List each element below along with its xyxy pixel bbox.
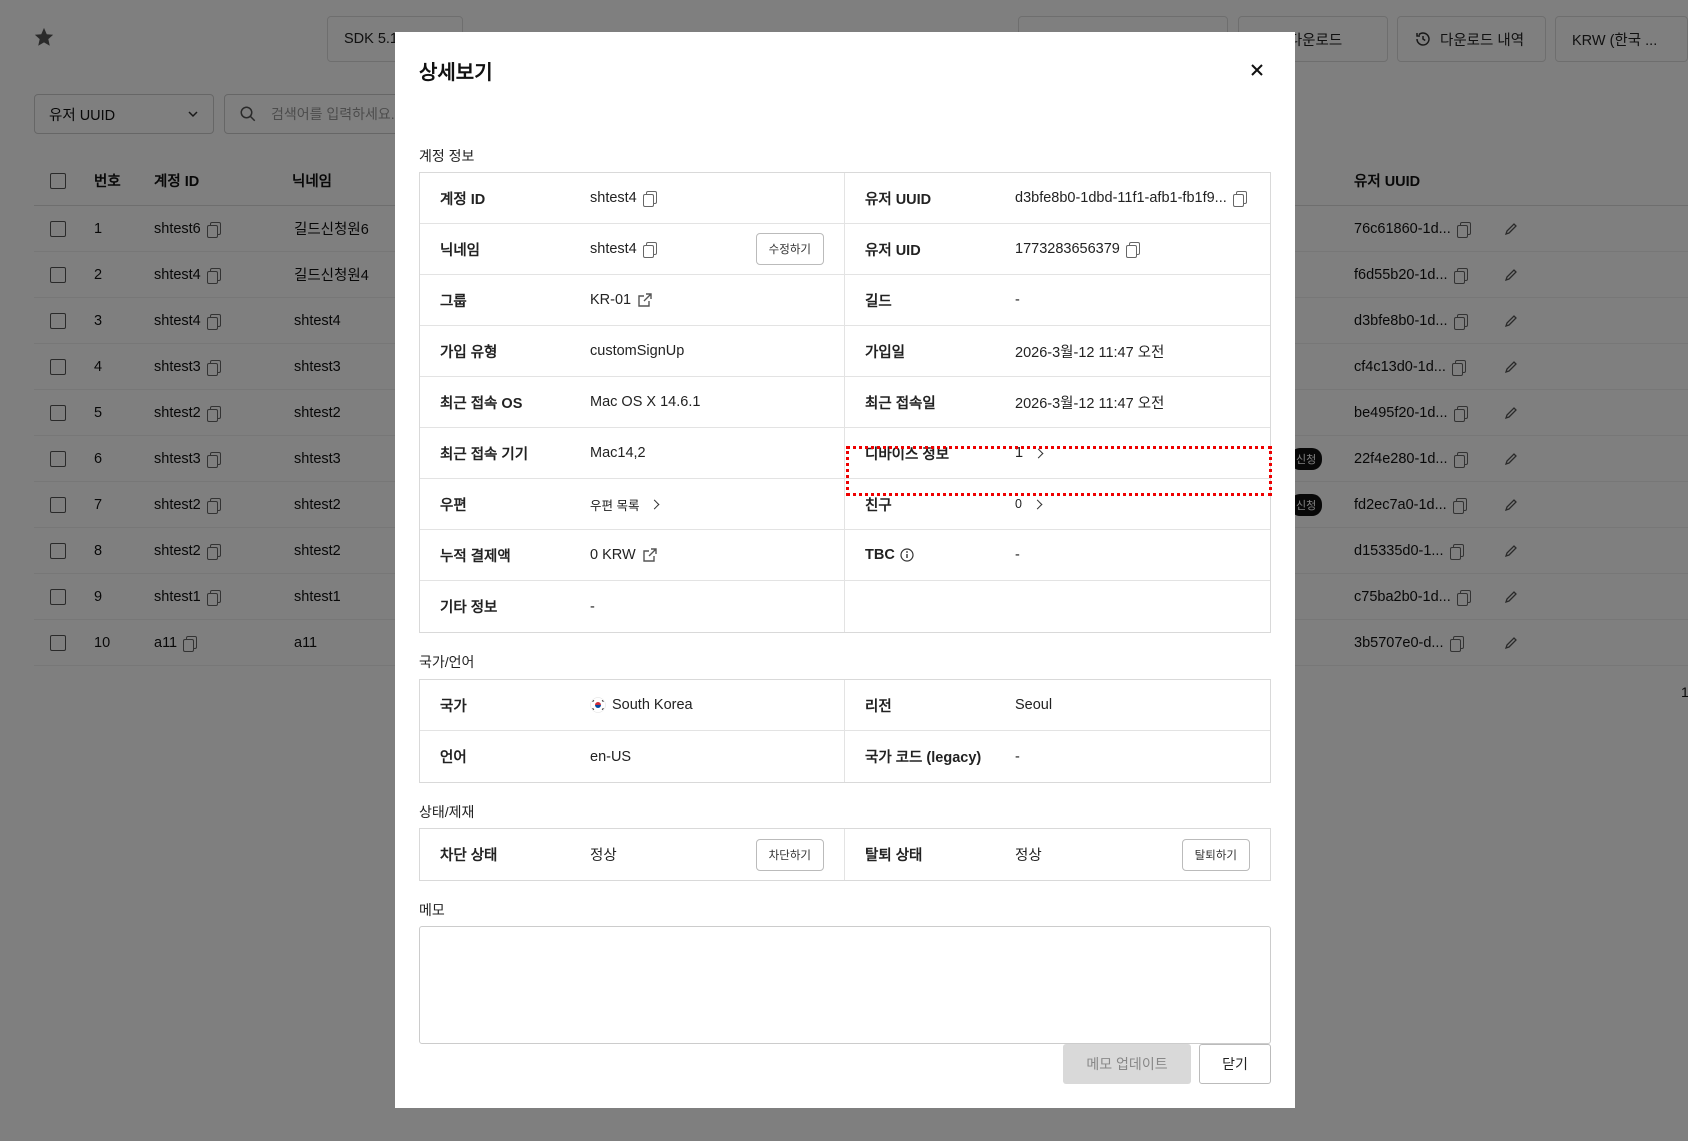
account-id-label: 계정 ID: [440, 191, 486, 208]
account-id-value: shtest4: [590, 190, 637, 206]
mail-label: 우편: [440, 497, 467, 514]
block-status-label: 차단 상태: [440, 848, 498, 864]
recent-os-value: Mac OS X 14.6.1: [590, 394, 701, 410]
locale-section-label: 국가/언어: [419, 654, 475, 670]
guild-label: 길드: [865, 293, 892, 310]
uid-label: 유저 UID: [865, 242, 921, 259]
modal-title: 상세보기: [419, 62, 493, 84]
withdraw-button[interactable]: 탈퇴하기: [1181, 838, 1250, 871]
uuid-value: d3bfe8b0-1dbd-11f1-afb1-fb1f9...: [1015, 190, 1227, 206]
recent-date-value: 2026-3월-12 11:47 오전: [1015, 395, 1165, 412]
copy-icon[interactable]: [642, 242, 657, 258]
region-value: Seoul: [1015, 697, 1053, 713]
tbc-label: TBC: [865, 547, 895, 563]
country-label: 국가: [440, 698, 467, 715]
country-code-label: 국가 코드 (legacy): [865, 750, 982, 766]
nickname-label: 닉네임: [440, 242, 481, 259]
signup-type-label: 가입 유형: [440, 344, 498, 361]
payment-label: 누적 결제액: [440, 548, 511, 565]
mail-list-value: 우편 목록: [590, 498, 640, 513]
copy-icon[interactable]: [642, 191, 657, 207]
payment-value: 0 KRW: [590, 547, 636, 563]
external-link-icon[interactable]: [637, 292, 653, 308]
external-link-icon[interactable]: [642, 547, 658, 563]
device-info-link[interactable]: 1: [1015, 445, 1044, 461]
nickname-value: shtest4: [590, 241, 637, 257]
status-section-label: 상태/제재: [419, 804, 475, 820]
block-status-value: 정상: [590, 848, 617, 864]
language-value: en-US: [590, 748, 632, 765]
copy-icon[interactable]: [1232, 191, 1247, 207]
memo-update-button[interactable]: 메모 업데이트: [1063, 1044, 1191, 1084]
guild-value: -: [1015, 292, 1020, 308]
empty-cell: [845, 581, 1270, 632]
detail-modal: 상세보기 계정 정보 계정 ID shtest4 유저 UUID d3bfe8b…: [395, 32, 1295, 1108]
korea-flag-icon: [590, 697, 606, 713]
withdraw-status-label: 탈퇴 상태: [865, 848, 923, 864]
device-info-value: 1: [1015, 445, 1024, 461]
country-code-value: -: [1015, 748, 1020, 765]
device-info-label: 디바이스 정보: [865, 446, 950, 463]
memo-label: 메모: [419, 902, 445, 918]
friend-value: 0: [1015, 497, 1022, 511]
close-icon[interactable]: [1245, 58, 1269, 82]
mail-list-link[interactable]: 우편 목록: [590, 495, 660, 514]
recent-device-label: 최근 접속 기기: [440, 446, 529, 463]
tbc-value: -: [1015, 547, 1020, 563]
chevron-right-icon: [650, 499, 660, 509]
copy-icon[interactable]: [1125, 242, 1140, 258]
group-value: KR-01: [590, 292, 632, 308]
uuid-label: 유저 UUID: [865, 191, 932, 208]
friend-link[interactable]: 0: [1015, 497, 1043, 511]
uid-value: 1773283656379: [1015, 241, 1120, 257]
block-button[interactable]: 차단하기: [755, 838, 824, 871]
info-icon[interactable]: [900, 548, 914, 562]
chevron-right-icon: [1032, 499, 1043, 509]
account-section-label: 계정 정보: [419, 148, 475, 164]
country-value: South Korea: [612, 697, 693, 713]
memo-textarea[interactable]: [419, 926, 1271, 1044]
language-label: 언어: [440, 750, 467, 766]
recent-os-label: 최근 접속 OS: [440, 395, 523, 412]
etc-label: 기타 정보: [440, 600, 498, 616]
group-label: 그룹: [440, 293, 467, 310]
region-label: 리전: [865, 698, 892, 715]
status-grid: 차단 상태 정상 차단하기 탈퇴 상태 정상 탈퇴하기: [419, 828, 1271, 881]
locale-grid: 국가 South Korea 리전 Seoul 언어 en-US 국가 코드 (…: [419, 679, 1271, 783]
friend-label: 친구: [865, 497, 892, 514]
signup-date-value: 2026-3월-12 11:47 오전: [1015, 344, 1165, 361]
close-button[interactable]: 닫기: [1199, 1044, 1271, 1084]
edit-nickname-button[interactable]: 수정하기: [755, 233, 824, 265]
chevron-right-icon: [1033, 448, 1044, 458]
withdraw-status-value: 정상: [1015, 848, 1042, 864]
signup-type-value: customSignUp: [590, 343, 685, 359]
account-info-grid: 계정 ID shtest4 유저 UUID d3bfe8b0-1dbd-11f1…: [419, 172, 1271, 633]
recent-device-value: Mac14,2: [590, 445, 646, 461]
recent-date-label: 최근 접속일: [865, 395, 936, 412]
signup-date-label: 가입일: [865, 344, 906, 361]
etc-value: -: [590, 598, 595, 615]
